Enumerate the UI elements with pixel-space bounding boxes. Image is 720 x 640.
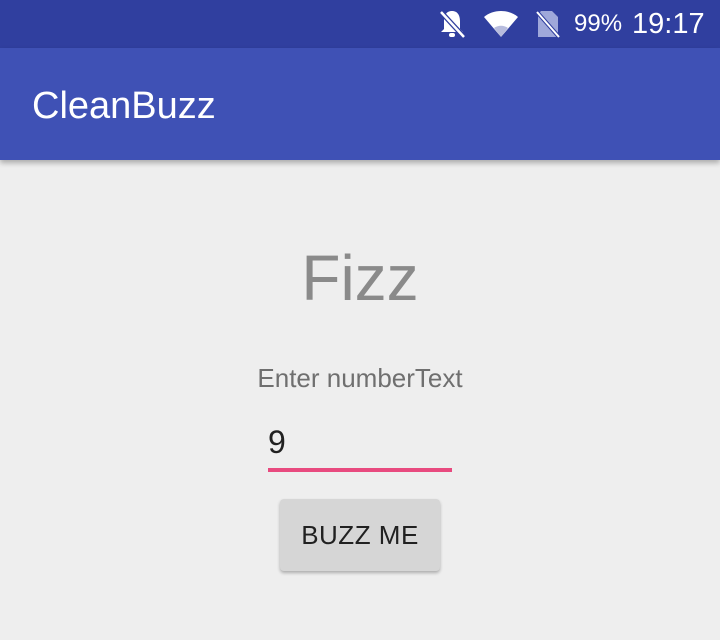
fizzbuzz-result: Fizz <box>301 242 419 314</box>
clock: 19:17 <box>632 8 705 40</box>
app-bar: CleanBuzz <box>0 48 720 160</box>
no-sim-icon <box>532 8 564 40</box>
number-prompt-label: Enter numberText <box>257 363 463 393</box>
notifications-off-icon <box>436 8 468 40</box>
wifi-icon <box>482 8 520 40</box>
buzz-me-button[interactable]: BUZZ ME <box>280 499 440 571</box>
number-input-underline <box>268 468 452 472</box>
app-screen: 99% 19:17 CleanBuzz Fizz Enter numberTex… <box>0 0 720 640</box>
status-bar: 99% 19:17 <box>0 0 720 48</box>
number-input[interactable] <box>268 418 452 466</box>
battery-percentage: 99% <box>574 10 623 37</box>
app-title: CleanBuzz <box>32 85 216 127</box>
